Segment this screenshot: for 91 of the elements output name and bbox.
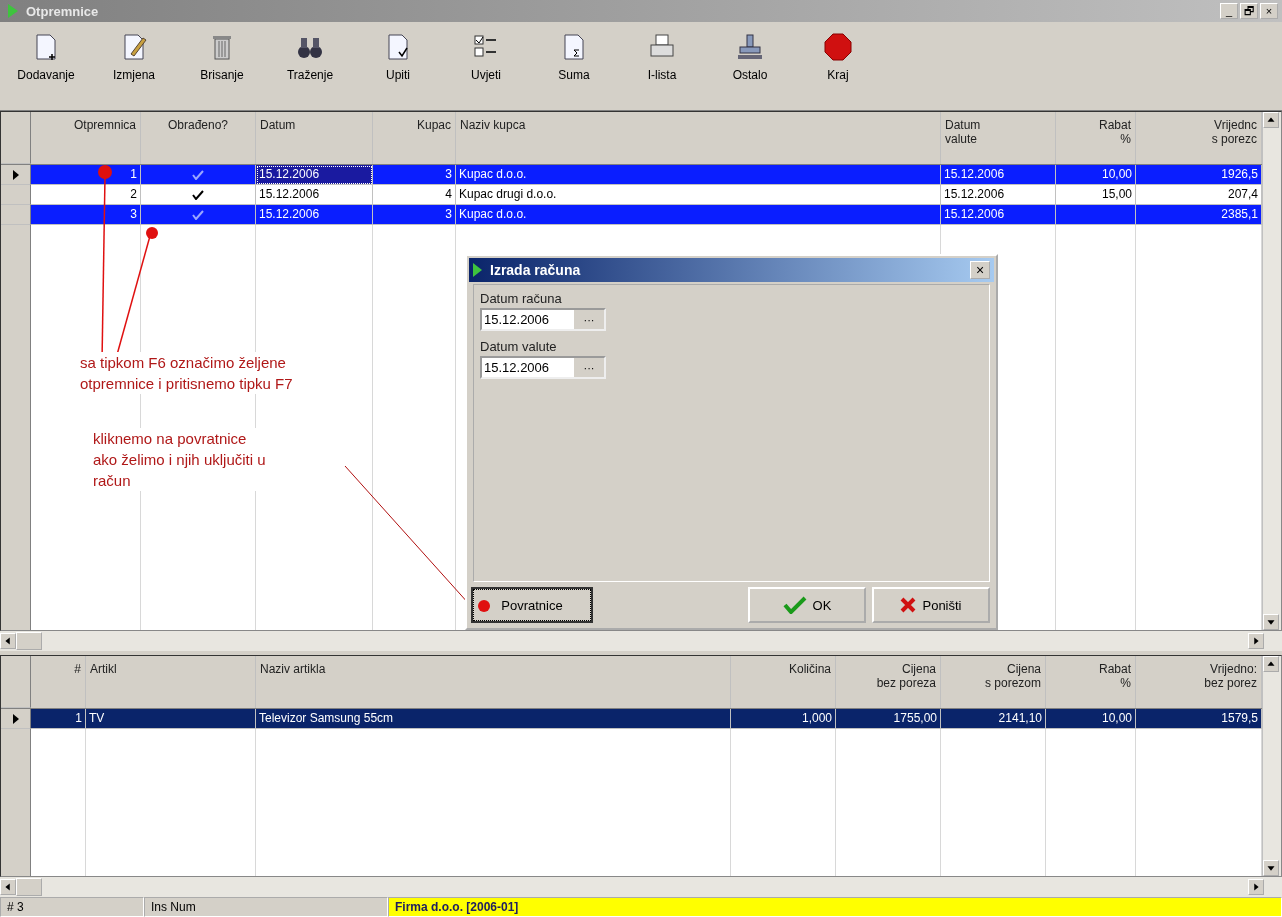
scroll-down-icon[interactable] <box>1263 860 1279 876</box>
column-header[interactable]: # <box>31 656 86 708</box>
table-cell: 3 <box>373 165 456 185</box>
field-label: Datum valute <box>480 339 557 354</box>
window-control-button[interactable]: 🗗 <box>1240 3 1258 19</box>
toolbar-button[interactable]: Dodavanje <box>2 26 90 110</box>
table-cell: Kupac d.o.o. <box>456 165 941 185</box>
checkmark-icon <box>192 209 204 220</box>
annotation-dot <box>98 165 112 179</box>
column-header[interactable]: Rabat % <box>1046 656 1136 708</box>
annotation-dot <box>478 600 490 612</box>
scroll-thumb[interactable] <box>16 878 42 896</box>
column-header[interactable]: Naziv artikla <box>256 656 731 708</box>
scroll-down-icon[interactable] <box>1263 614 1279 630</box>
column-header[interactable]: Cijena bez poreza <box>836 656 941 708</box>
dialog-button[interactable]: Poništi <box>872 587 990 623</box>
app-icon <box>473 263 482 277</box>
toolbar-button[interactable]: Ostalo <box>706 26 794 110</box>
table-cell: TV <box>86 709 256 729</box>
scroll-left-icon[interactable] <box>0 879 16 895</box>
table-cell: 1 <box>31 165 141 185</box>
checkmark-icon <box>192 189 204 200</box>
toolbar-button[interactable]: Brisanje <box>178 26 266 110</box>
column-header[interactable]: Artikl <box>86 656 256 708</box>
vertical-scrollbar[interactable] <box>1262 112 1281 630</box>
horizontal-scrollbar[interactable] <box>0 877 1282 897</box>
table-cell: 1579,5 <box>1136 709 1262 729</box>
table-cell: 1,000 <box>731 709 836 729</box>
window-control-button[interactable]: × <box>1260 3 1278 19</box>
vertical-scrollbar[interactable] <box>1262 656 1281 876</box>
annotation-text: sa tipkom F6 označimo željene otpremnice i pritisnemo tipku F7 <box>80 352 293 394</box>
keyboard-status: Ins Num <box>144 897 388 917</box>
current-row-icon <box>12 169 19 180</box>
toolbar-button[interactable]: Traženje <box>266 26 354 110</box>
scroll-right-icon[interactable] <box>1248 879 1264 895</box>
window-control-button[interactable]: _ <box>1220 3 1238 19</box>
column-header[interactable]: Cijena s porezom <box>941 656 1046 708</box>
table-cell: 15.12.2006 <box>941 165 1056 185</box>
column-header[interactable]: Kupac <box>373 112 456 164</box>
table-cell: 1 <box>31 709 86 729</box>
checkmark-icon <box>782 596 807 614</box>
column-header[interactable]: Obrađeno? <box>141 112 256 164</box>
dialog-title: Izrada računa <box>490 262 582 278</box>
table-cell: 10,00 <box>1046 709 1136 729</box>
row-indicator[interactable] <box>1 165 31 185</box>
table-cell: 1926,5 <box>1136 165 1262 185</box>
table-cell: 2385,1 <box>1136 205 1262 225</box>
toolbar-button[interactable]: Upiti <box>354 26 442 110</box>
table-cell: 3 <box>31 205 141 225</box>
toolbar-button[interactable]: Uvjeti <box>442 26 530 110</box>
toolbar-button[interactable]: I-lista <box>618 26 706 110</box>
stamp-icon <box>735 32 765 62</box>
stop-sign-icon <box>823 32 853 62</box>
table-cell: 2141,10 <box>941 709 1046 729</box>
company-label: Firma d.o.o. [2006-01] <box>388 897 1282 917</box>
column-header[interactable]: Datum <box>256 112 373 164</box>
column-header[interactable]: Datum valute <box>941 112 1056 164</box>
table-cell: 3 <box>373 205 456 225</box>
cross-icon <box>900 597 917 613</box>
dialog-button[interactable]: Povratnice <box>473 589 591 621</box>
dialog-button[interactable]: OK <box>748 587 866 623</box>
scroll-left-icon[interactable] <box>0 633 16 649</box>
scroll-up-icon[interactable] <box>1263 656 1279 672</box>
checkmark-icon <box>192 169 204 180</box>
horizontal-scrollbar[interactable] <box>0 631 1282 651</box>
app-icon <box>8 4 18 18</box>
annotation-dot <box>146 227 158 239</box>
table-cell: Kupac d.o.o. <box>456 205 941 225</box>
scroll-right-icon[interactable] <box>1248 633 1264 649</box>
table-cell: 10,00 <box>1056 165 1136 185</box>
column-header[interactable]: Naziv kupca <box>456 112 941 164</box>
annotation-text: kliknemo na povratnice ako želimo i njih uključiti u račun <box>93 428 266 491</box>
table-cell: 1755,00 <box>836 709 941 729</box>
toolbar-button[interactable]: Izmjena <box>90 26 178 110</box>
table-cell: 15.12.2006 <box>256 205 373 225</box>
field-label: Datum računa <box>480 291 562 306</box>
window-title: Otpremnice <box>26 3 100 19</box>
toolbar-button[interactable]: Suma <box>530 26 618 110</box>
scroll-thumb[interactable] <box>16 632 42 650</box>
close-button[interactable]: × <box>970 261 990 279</box>
table-cell: Televizor Samsung 55cm <box>256 709 731 729</box>
column-header[interactable]: Količina <box>731 656 836 708</box>
toolbar-button[interactable]: Kraj <box>794 26 882 110</box>
row-indicator[interactable] <box>1 709 31 729</box>
column-header[interactable]: Rabat % <box>1056 112 1136 164</box>
column-header[interactable]: Otpremnica <box>31 112 141 164</box>
table-cell: 15.12.2006 <box>941 205 1056 225</box>
scroll-up-icon[interactable] <box>1263 112 1279 128</box>
record-counter: # 3 <box>0 897 144 917</box>
table-cell: 15.12.2006 <box>256 165 373 185</box>
current-row-icon <box>12 713 19 724</box>
